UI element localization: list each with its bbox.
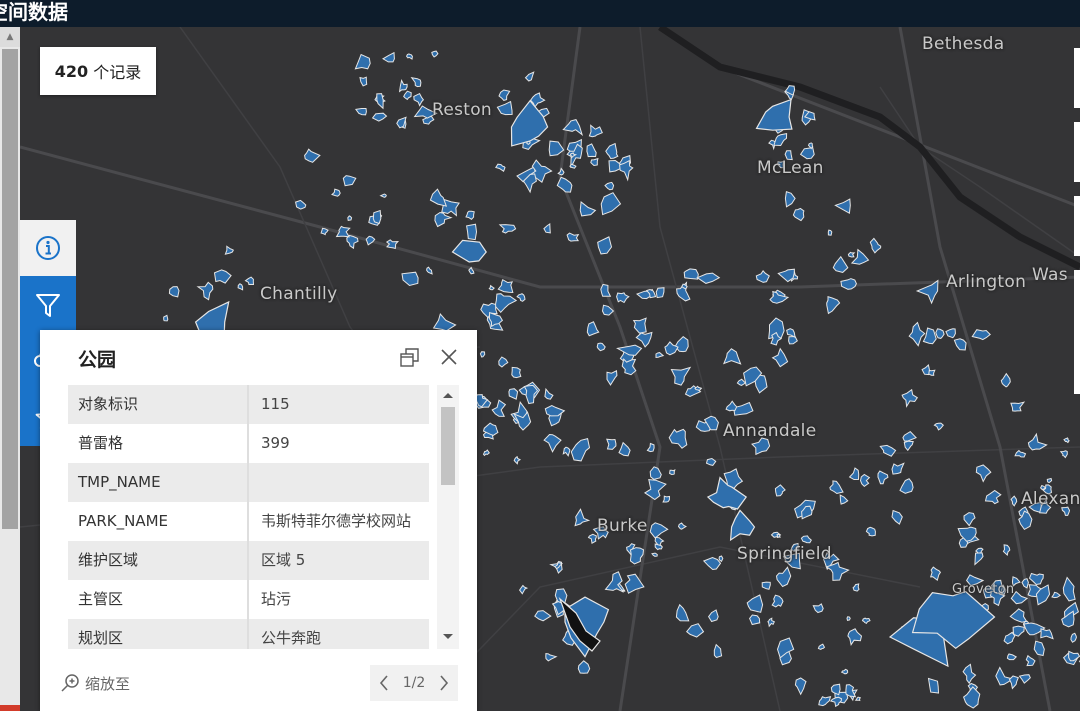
popup-title: 公园	[78, 349, 117, 371]
map-label: Annandale	[723, 421, 817, 441]
popup-scrollbar[interactable]	[437, 385, 459, 649]
column-divider	[247, 580, 249, 619]
table-row: 对象标识 115	[68, 385, 429, 424]
filter-tool-button[interactable]	[20, 277, 76, 333]
app-header: 空间数据	[0, 0, 1080, 27]
info-tool-button[interactable]	[20, 220, 76, 276]
column-divider	[247, 502, 249, 541]
map-widget-edge[interactable]	[1074, 122, 1080, 182]
zoom-to-label: 缩放至	[85, 674, 131, 693]
column-divider	[247, 541, 249, 580]
attribute-key: PARK_NAME	[78, 512, 169, 530]
map-label: Alexan	[1021, 489, 1080, 509]
next-icon[interactable]	[438, 674, 450, 692]
pager-count: 1/2	[402, 675, 426, 691]
column-divider	[247, 424, 249, 463]
record-count: 420	[54, 61, 89, 81]
attribute-value: 区域 5	[261, 551, 306, 569]
attribute-value: 玷污	[261, 590, 292, 608]
table-row: 规划区 公牛奔跑	[68, 619, 429, 649]
column-divider	[247, 385, 249, 424]
map-label: Arlington	[946, 272, 1027, 292]
zoom-to-button[interactable]: 缩放至	[60, 671, 130, 695]
map-label: Was	[1032, 265, 1068, 285]
attribute-table: 对象标识 115 普雷格 399 TMP_NAME PARK_NAME 韦斯特菲…	[68, 385, 429, 649]
column-divider	[247, 463, 249, 502]
filter-icon	[36, 294, 60, 317]
table-row: 维护区域 区域 5	[68, 541, 429, 580]
map-label: Chantilly	[260, 284, 338, 304]
record-count-badge: 420 个记录	[40, 47, 156, 95]
table-row: TMP_NAME	[68, 463, 429, 502]
app-title: 空间数据	[0, 0, 68, 24]
attribute-key: 规划区	[78, 629, 124, 647]
attribute-value: 399	[261, 434, 290, 452]
map-label: Reston	[432, 100, 493, 120]
feature-popup: 公园 对象标识 115 普雷格 399 TMP_NAME PARK_NAME 韦…	[40, 330, 477, 711]
attribute-key: TMP_NAME	[78, 473, 161, 491]
attribute-value: 公牛奔跑	[261, 629, 322, 647]
attribute-key: 对象标识	[78, 395, 139, 413]
table-row: PARK_NAME 韦斯特菲尔德学校网站	[68, 502, 429, 541]
attribute-value: 韦斯特菲尔德学校网站	[261, 512, 412, 530]
previous-icon[interactable]	[378, 674, 390, 692]
map-label: Springfield	[737, 544, 832, 564]
scroll-down-icon[interactable]	[442, 633, 454, 641]
left-scrollbar[interactable]: ▲	[0, 27, 20, 711]
attribute-key: 维护区域	[78, 551, 139, 569]
map-label: McLean	[757, 158, 824, 178]
scroll-up-arrow-icon[interactable]: ▲	[0, 27, 20, 47]
map-label: Groveton	[952, 582, 1015, 597]
attribute-key: 主管区	[78, 590, 124, 608]
map-widget-edge[interactable]	[1074, 196, 1080, 256]
table-row: 普雷格 399	[68, 424, 429, 463]
column-divider	[247, 619, 249, 649]
zoom-in-icon	[61, 674, 79, 692]
attribute-value: 115	[261, 395, 290, 413]
feature-pager: 1/2	[370, 665, 458, 701]
status-strip	[0, 705, 20, 711]
map-label: Burke	[597, 516, 648, 536]
info-icon	[36, 236, 60, 260]
dock-icon[interactable]	[399, 346, 421, 368]
scrollbar-thumb[interactable]	[2, 49, 18, 529]
map-widget-edge[interactable]	[1074, 48, 1080, 108]
close-icon[interactable]	[439, 347, 459, 367]
popup-scrollbar-thumb[interactable]	[441, 407, 455, 485]
table-row: 主管区 玷污	[68, 580, 429, 619]
record-count-unit: 个记录	[93, 63, 142, 82]
map-label: Bethesda	[922, 34, 1005, 54]
map-widget-edge[interactable]	[1074, 270, 1080, 394]
scroll-up-icon[interactable]	[442, 391, 454, 399]
attribute-key: 普雷格	[78, 434, 124, 452]
